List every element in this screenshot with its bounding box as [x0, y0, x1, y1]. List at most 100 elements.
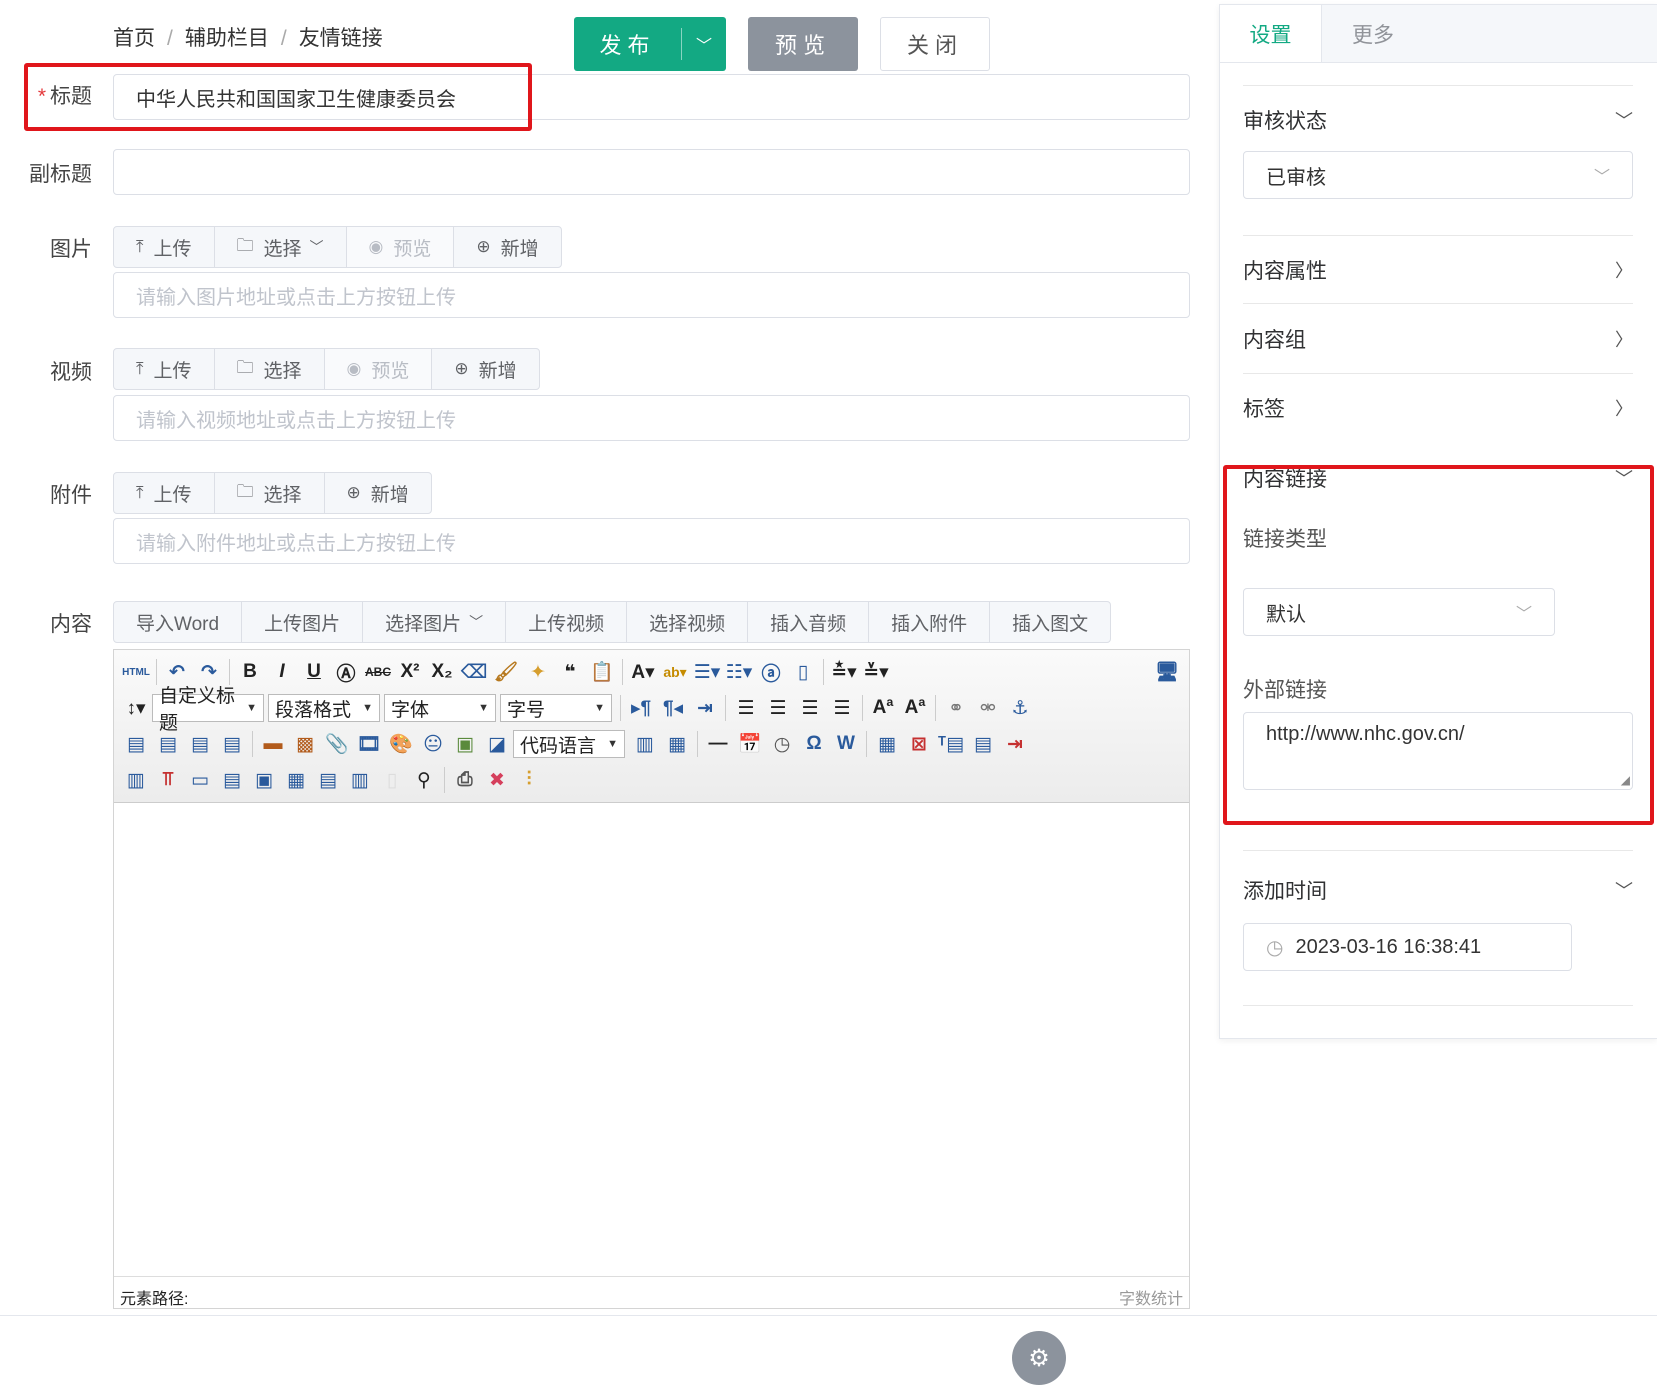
- resize-handle-icon[interactable]: ◢: [1621, 773, 1630, 787]
- font-border-icon[interactable]: Ⓐ: [330, 657, 362, 687]
- preview-button[interactable]: 预览: [748, 17, 858, 71]
- merge-down-icon[interactable]: ▣: [248, 765, 280, 795]
- breadcrumb-section[interactable]: 辅助栏目: [185, 27, 269, 50]
- row-spacing-top-icon[interactable]: ≛▾: [828, 657, 860, 687]
- close-button[interactable]: 关闭: [880, 17, 990, 71]
- delete-col-icon[interactable]: ⫪: [152, 765, 184, 795]
- select-all-icon[interactable]: ⓐ: [755, 657, 787, 687]
- tab-settings[interactable]: 设置: [1220, 5, 1322, 62]
- video-preview-button[interactable]: ◉ 预览: [324, 349, 433, 389]
- align-center-icon[interactable]: ☰: [762, 693, 794, 723]
- delete-table-icon[interactable]: ⊠: [903, 729, 935, 759]
- add-time-header[interactable]: 添加时间 ﹀: [1243, 875, 1633, 905]
- special-char-icon[interactable]: Ω: [798, 729, 830, 759]
- insert-table-icon[interactable]: ▦: [871, 729, 903, 759]
- editor-content-area[interactable]: [114, 803, 1189, 1276]
- attachment-select-button[interactable]: 🗀 选择: [215, 473, 325, 513]
- fullscreen-icon[interactable]: 🖥: [1151, 657, 1183, 687]
- attachment-upload-button[interactable]: ⤒ 上传: [114, 473, 215, 513]
- split-to-cols-icon[interactable]: ▥: [344, 765, 376, 795]
- tab-more[interactable]: 更多: [1322, 5, 1424, 62]
- image-center-icon[interactable]: ▤: [216, 729, 248, 759]
- insert-frame-icon[interactable]: ◪: [481, 729, 513, 759]
- publish-button[interactable]: 发布 ﹀: [574, 17, 726, 71]
- template-icon[interactable]: ▦: [661, 729, 693, 759]
- video-upload-button[interactable]: ⤒ 上传: [114, 349, 215, 389]
- insert-article-button[interactable]: 插入图文: [990, 602, 1110, 642]
- ltr-direction-icon[interactable]: ▸¶: [625, 693, 657, 723]
- blockquote-icon[interactable]: ❝: [554, 657, 586, 687]
- autotype-icon[interactable]: ✦: [522, 657, 554, 687]
- indent-icon[interactable]: ⇥: [689, 693, 721, 723]
- letter-spacing-icon[interactable]: ⫶: [513, 765, 545, 795]
- split-to-rows-icon[interactable]: ▤: [312, 765, 344, 795]
- tags-section[interactable]: 标签〉: [1243, 393, 1633, 423]
- insert-date-icon[interactable]: 📅: [734, 729, 766, 759]
- gear-icon[interactable]: ⚙: [1012, 1331, 1066, 1385]
- ordered-list-icon[interactable]: ☰▾: [691, 657, 723, 687]
- image-right-icon[interactable]: ▤: [184, 729, 216, 759]
- import-word-button[interactable]: 导入Word: [114, 602, 243, 642]
- image-select-button[interactable]: 🗀 选择 ﹀: [215, 227, 347, 267]
- upload-image-button[interactable]: 上传图片: [242, 602, 364, 642]
- line-height-icon[interactable]: ↕▾: [120, 693, 152, 723]
- image-preview-button[interactable]: ◉ 预览: [346, 227, 455, 267]
- attachment-url-input[interactable]: 请输入附件地址或点击上方按钮上传: [113, 518, 1190, 564]
- word-image-icon[interactable]: W: [830, 729, 862, 759]
- font-size-select[interactable]: 字号 ▼: [500, 694, 612, 722]
- search-replace-icon[interactable]: ⚲: [408, 765, 440, 795]
- attachment-add-button[interactable]: ⊕ 新增: [325, 473, 431, 513]
- select-image-button[interactable]: 选择图片 ﹀: [363, 602, 507, 642]
- horizontal-rule-icon[interactable]: —: [702, 729, 734, 759]
- split-to-cells-icon[interactable]: ▦: [280, 765, 312, 795]
- align-left-icon[interactable]: ☰: [730, 693, 762, 723]
- image-upload-button[interactable]: ⤒ 上传: [114, 227, 215, 267]
- insert-video-icon[interactable]: 🎞: [353, 729, 385, 759]
- scrawl-icon[interactable]: 🎨: [385, 729, 417, 759]
- highlight-color-icon[interactable]: ab▾: [659, 657, 691, 687]
- content-group-section[interactable]: 内容组〉: [1243, 324, 1633, 354]
- insert-paragraph-before-table-icon[interactable]: ᵀ▤: [935, 729, 967, 759]
- attachment-icon[interactable]: 📎: [321, 729, 353, 759]
- format-brush-icon[interactable]: 🖌: [490, 657, 522, 687]
- underline-icon[interactable]: U: [298, 657, 330, 687]
- superscript-icon[interactable]: X²: [394, 657, 426, 687]
- video-select-button[interactable]: 🗀 选择: [215, 349, 325, 389]
- select-video-button[interactable]: 选择视频: [627, 602, 749, 642]
- paste-plain-icon[interactable]: 📋: [586, 657, 618, 687]
- video-add-button[interactable]: ⊕ 新增: [432, 349, 538, 389]
- strikethrough-icon[interactable]: ABC: [362, 657, 394, 687]
- multi-image-icon[interactable]: ▩: [289, 729, 321, 759]
- image-left-icon[interactable]: ▤: [152, 729, 184, 759]
- italic-icon[interactable]: I: [266, 657, 298, 687]
- content-attributes-section[interactable]: 内容属性〉: [1243, 255, 1633, 285]
- review-status-header[interactable]: 审核状态 ﹀: [1243, 105, 1633, 135]
- row-spacing-bottom-icon[interactable]: ≚▾: [860, 657, 892, 687]
- insert-col-icon[interactable]: ▥: [120, 765, 152, 795]
- delete-row-icon[interactable]: ⇥: [999, 729, 1031, 759]
- title-input[interactable]: 中华人民共和国国家卫生健康委员会: [113, 74, 1190, 120]
- insert-attachment-button[interactable]: 插入附件: [869, 602, 991, 642]
- to-lowercase-icon[interactable]: Aª: [899, 693, 931, 723]
- eraser-icon[interactable]: ⌫: [458, 657, 490, 687]
- chevron-down-icon[interactable]: ﹀: [682, 32, 726, 56]
- format-match-icon[interactable]: ✖: [481, 765, 513, 795]
- upload-video-button[interactable]: 上传视频: [506, 602, 628, 642]
- to-uppercase-icon[interactable]: Aª: [867, 693, 899, 723]
- insert-audio-button[interactable]: 插入音频: [748, 602, 870, 642]
- insert-time-icon[interactable]: ◷: [766, 729, 798, 759]
- paragraph-format-select[interactable]: 段落格式 ▼: [268, 694, 380, 722]
- clear-doc-icon[interactable]: ▯: [787, 657, 819, 687]
- unordered-list-icon[interactable]: ☷▾: [723, 657, 755, 687]
- breadcrumb-home[interactable]: 首页: [113, 27, 155, 50]
- subtitle-input[interactable]: [113, 149, 1190, 195]
- link-type-select[interactable]: 默认 ﹀: [1243, 588, 1555, 636]
- review-status-select[interactable]: 已审核 ﹀: [1243, 151, 1633, 199]
- chart-icon[interactable]: ▯: [376, 765, 408, 795]
- custom-heading-select[interactable]: 自定义标题 ▼: [152, 686, 264, 734]
- merge-cells-icon[interactable]: ▭: [184, 765, 216, 795]
- page-break-icon[interactable]: ▥: [629, 729, 661, 759]
- external-link-textarea[interactable]: http://www.nhc.gov.cn/ ◢: [1243, 712, 1633, 790]
- insert-row-icon[interactable]: ▤: [967, 729, 999, 759]
- unlink-icon[interactable]: ⚮: [972, 693, 1004, 723]
